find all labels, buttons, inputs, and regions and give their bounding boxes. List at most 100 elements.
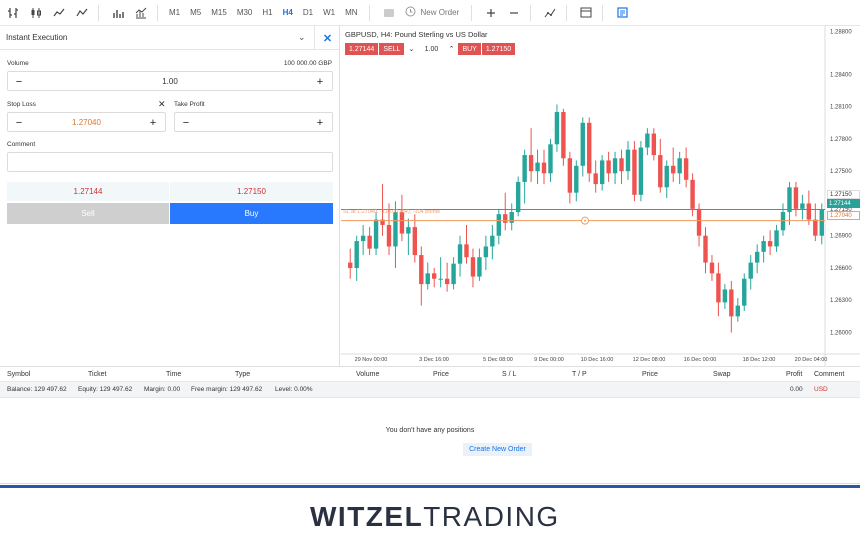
toolbar-divider <box>368 4 370 21</box>
close-icon[interactable]: ✕ <box>314 26 340 50</box>
stop-loss-decrease-button[interactable]: − <box>10 114 28 131</box>
time-tick-label: 3 Dec 16:00 <box>419 357 449 363</box>
line-chart-icon[interactable] <box>49 3 69 23</box>
candle-body <box>490 235 495 247</box>
timeframe-m15[interactable]: M15 <box>206 3 232 23</box>
trading-terminal: { "toolbar":{ "timeframes":["M1","M5","M… <box>0 0 860 538</box>
take-profit-stepper[interactable]: − + <box>174 112 333 132</box>
candle-body <box>690 179 695 209</box>
candle-body <box>477 257 482 277</box>
one-click-sell-button[interactable]: SELL <box>379 43 405 55</box>
candle-body <box>425 273 430 285</box>
column-profit[interactable]: Profit <box>786 371 802 378</box>
candle-body <box>503 214 508 223</box>
price-tick-label: 1.28800 <box>830 29 852 35</box>
timeframe-mn[interactable]: MN <box>340 3 362 23</box>
stop-loss-stepper[interactable]: − 1.27040 + <box>7 112 166 132</box>
timeframe-m5[interactable]: M5 <box>185 3 206 23</box>
time-tick-label: 29 Nov 00:00 <box>355 357 388 363</box>
time-tick-label: 12 Dec 08:00 <box>633 357 666 363</box>
chevron-down-icon[interactable]: ⌄ <box>298 32 306 43</box>
candle-body <box>483 246 489 258</box>
column-sl[interactable]: S / L <box>502 371 516 378</box>
indicators-icon[interactable] <box>131 3 151 23</box>
volumes-icon[interactable] <box>108 3 128 23</box>
chevron-down-icon[interactable]: ⌄ <box>408 45 414 53</box>
order-panel-header[interactable]: Instant Execution ⌄ ✕ <box>0 26 339 50</box>
take-profit-increase-button[interactable]: + <box>311 114 329 131</box>
candle-body <box>813 219 818 236</box>
candle-body <box>438 278 443 280</box>
column-type[interactable]: Type <box>235 371 250 378</box>
window-icon[interactable] <box>576 3 596 23</box>
one-click-volume[interactable]: ⌄ 1.00 ⌃ <box>404 43 459 55</box>
timeframe-m30[interactable]: M30 <box>232 3 258 23</box>
zoom-in-icon[interactable] <box>481 3 501 23</box>
price-chart[interactable]: 1.28800 1.28400 1.28100 1.27800 1.27500 1.271… <box>341 26 860 366</box>
timeframe-m1[interactable]: M1 <box>164 3 185 23</box>
toolbar-divider <box>98 4 99 21</box>
column-volume[interactable]: Volume <box>356 371 379 378</box>
candle-body <box>419 255 424 285</box>
candle-body <box>593 173 598 185</box>
volume-stepper[interactable]: − 1.00 + <box>7 71 333 91</box>
candle-body <box>703 235 708 263</box>
toolbar-divider <box>602 4 604 21</box>
area-chart-icon[interactable] <box>72 3 92 23</box>
column-price[interactable]: Price <box>433 371 449 378</box>
toolbar-divider <box>530 4 532 21</box>
toolbar-divider <box>471 4 473 21</box>
candle-body <box>373 219 379 249</box>
stop-loss-increase-button[interactable]: + <box>144 114 162 131</box>
buy-button[interactable]: Buy <box>170 203 333 224</box>
comment-field[interactable] <box>7 152 333 172</box>
one-click-icon[interactable] <box>379 3 399 23</box>
stop-loss-drag-handle-dot <box>584 219 586 222</box>
chart-canvas[interactable]: 1.28800 1.28400 1.28100 1.27800 1.27500 1.271… <box>341 26 860 366</box>
chevron-up-icon[interactable]: ⌃ <box>449 45 455 53</box>
volume-increase-button[interactable]: + <box>311 73 329 90</box>
volume-decrease-button[interactable]: − <box>10 73 28 90</box>
account-summary-row: Balance: 129 497.62 Equity: 129 497.62 M… <box>0 382 860 398</box>
stop-loss-value[interactable]: 1.27040 <box>8 118 165 127</box>
column-symbol[interactable]: Symbol <box>7 371 30 378</box>
trade-panel-icon[interactable] <box>612 3 632 23</box>
timeframe-h1[interactable]: H1 <box>257 3 277 23</box>
candle-body <box>774 230 779 247</box>
candle-body <box>580 122 585 166</box>
candle-body <box>554 112 560 145</box>
clear-stop-loss-icon[interactable]: ✕ <box>158 99 166 110</box>
candlestick-icon[interactable] <box>26 3 46 23</box>
one-click-sell-price[interactable]: 1.27144 <box>345 43 379 55</box>
candle-body <box>399 212 405 234</box>
zoom-out-icon[interactable] <box>504 3 524 23</box>
new-order-button[interactable]: New Order <box>399 6 466 19</box>
candle-body <box>360 235 366 242</box>
column-time[interactable]: Time <box>166 371 181 378</box>
column-comment[interactable]: Comment <box>814 371 844 378</box>
time-tick-label: 16 Dec 00:00 <box>684 357 717 363</box>
one-click-buy-button[interactable]: BUY <box>458 43 481 55</box>
timeframe-w1[interactable]: W1 <box>318 3 340 23</box>
create-new-order-button[interactable]: Create New Order <box>463 443 532 456</box>
take-profit-decrease-button[interactable]: − <box>177 114 195 131</box>
candle-body <box>548 144 553 174</box>
column-tp[interactable]: T / P <box>572 371 587 378</box>
time-tick-label: 5 Dec 08:00 <box>483 357 513 363</box>
candle-body <box>787 187 792 213</box>
column-current-price[interactable]: Price <box>642 371 658 378</box>
candle-body <box>619 158 624 172</box>
candle-body <box>761 241 766 252</box>
timeframe-d1[interactable]: D1 <box>298 3 318 23</box>
volume-value[interactable]: 1.00 <box>8 77 332 86</box>
bar-chart-icon[interactable] <box>3 3 23 23</box>
column-swap[interactable]: Swap <box>713 371 731 378</box>
sell-button[interactable]: Sell <box>7 203 169 224</box>
timeframe-h4[interactable]: H4 <box>278 3 298 23</box>
one-click-buy-price[interactable]: 1.27150 <box>481 43 516 55</box>
volume-label: Volume <box>7 60 29 67</box>
candle-body <box>722 289 728 303</box>
toolbar-divider <box>566 4 568 21</box>
column-ticket[interactable]: Ticket <box>88 371 106 378</box>
objects-icon[interactable] <box>540 3 560 23</box>
